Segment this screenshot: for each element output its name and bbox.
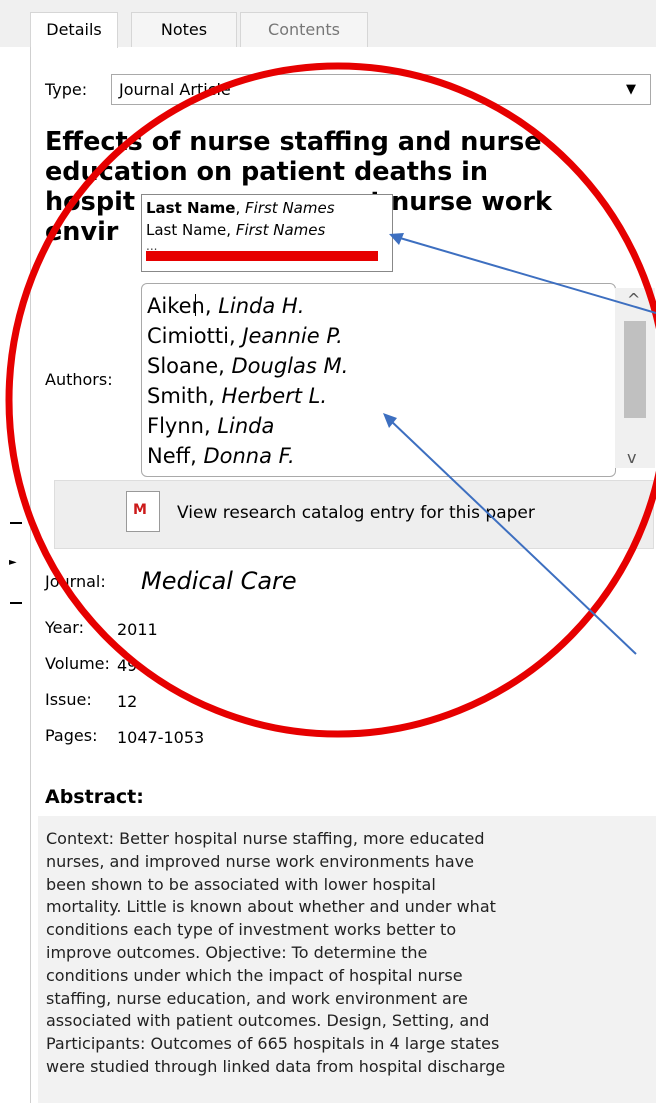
journal-value[interactable]: Medical Care <box>141 567 297 595</box>
dropdown-arrow-icon[interactable]: ▼ <box>626 75 636 105</box>
abstract-line: nurses, and improved nurse work environm… <box>46 851 474 871</box>
tab-notes[interactable]: Notes <box>131 12 237 47</box>
abstract-line: conditions under which the impact of hos… <box>46 965 463 985</box>
autocomplete-item[interactable]: Last Name, First Names <box>146 197 388 219</box>
pages-value[interactable]: 1047-1053 <box>117 728 204 747</box>
abstract-line: been shown to be associated with lower h… <box>46 874 436 894</box>
pages-label: Pages: <box>45 726 98 745</box>
author-entry[interactable]: Flynn, Linda <box>147 411 615 441</box>
year-value[interactable]: 2011 <box>117 620 158 639</box>
abstract-heading: Abstract: <box>45 786 144 808</box>
author-entry[interactable]: Cimiotti, Jeannie P. <box>147 321 615 351</box>
tab-details[interactable]: Details <box>30 12 118 48</box>
splitter-mark <box>10 602 22 604</box>
title-line: Effects of nurse staffing and nurse <box>45 127 542 157</box>
type-select[interactable]: Journal Article ▼ <box>111 74 651 105</box>
text-caret <box>195 294 196 316</box>
authors-scrollbar[interactable]: ^ v <box>615 288 655 468</box>
tab-contents[interactable]: Contents <box>240 12 368 47</box>
autocomplete-item[interactable]: Last Name, First Names <box>146 219 388 241</box>
splitter-arrow-icon[interactable]: ► <box>9 557 17 568</box>
catalog-icon: M <box>126 491 160 532</box>
splitter-mark <box>10 522 22 524</box>
abstract-line: Participants: Outcomes of 665 hospitals … <box>46 1034 500 1054</box>
scrollbar-thumb[interactable] <box>624 321 646 418</box>
volume-label: Volume: <box>45 654 110 673</box>
abstract-line: conditions each type of investment works… <box>46 920 457 940</box>
abstract-line: improve outcomes. Objective: To determin… <box>46 942 428 962</box>
abstract-line: Context: Better hospital nurse staffing,… <box>46 829 485 848</box>
view-catalog-button[interactable]: M View research catalog entry for this p… <box>54 480 654 549</box>
issue-value[interactable]: 12 <box>117 692 137 711</box>
abstract-line: mortality. Little is known about whether… <box>46 897 496 917</box>
year-label: Year: <box>45 618 84 637</box>
type-label: Type: <box>45 80 88 99</box>
scroll-down-icon[interactable]: v <box>627 448 636 467</box>
author-entry[interactable]: Neff, Donna F. <box>147 441 615 471</box>
abstract-line: staffing, nurse education, and work envi… <box>46 988 468 1008</box>
issue-label: Issue: <box>45 690 92 709</box>
scroll-up-icon[interactable]: ^ <box>627 290 640 309</box>
panel-left-border <box>30 47 31 1103</box>
type-select-value: Journal Article <box>119 80 231 99</box>
abstract-text[interactable]: Context: Better hospital nurse staffing,… <box>38 816 656 1103</box>
volume-value[interactable]: 49 <box>117 656 137 675</box>
annotation-red-underline <box>146 251 378 261</box>
authors-field[interactable]: Aiken, Linda H. Cimiotti, Jeannie P. Slo… <box>141 283 616 477</box>
journal-label: Journal: <box>45 572 106 591</box>
author-entry[interactable]: Aiken, Linda H. <box>147 291 615 321</box>
autocomplete-more[interactable]: ... <box>146 240 388 252</box>
author-entry[interactable]: Sloane, Douglas M. <box>147 351 615 381</box>
authors-label: Authors: <box>45 370 113 389</box>
author-entry[interactable]: Smith, Herbert L. <box>147 381 615 411</box>
abstract-line: were studied through linked data from ho… <box>46 1056 506 1076</box>
abstract-line: associated with patient outcomes. Design… <box>46 1011 490 1031</box>
catalog-button-label: View research catalog entry for this pap… <box>177 503 535 523</box>
title-line: education on patient deaths in <box>45 157 489 187</box>
